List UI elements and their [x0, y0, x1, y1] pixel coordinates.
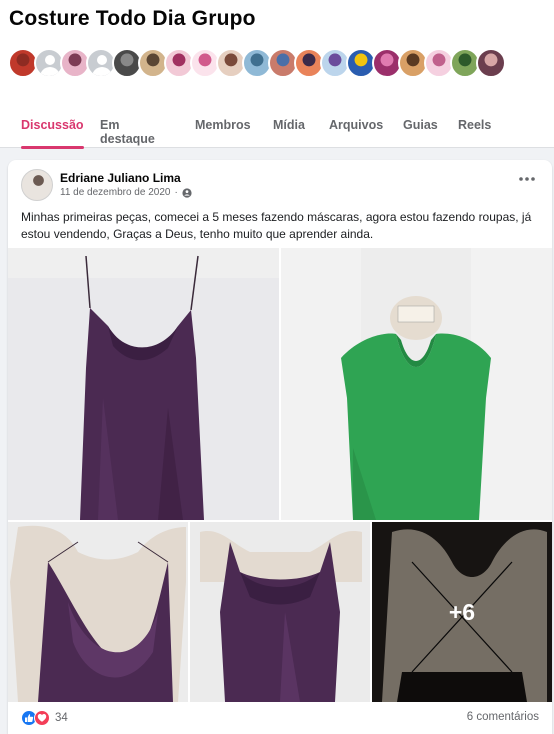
author-avatar[interactable]: [21, 169, 53, 201]
more-options-icon[interactable]: [518, 174, 536, 184]
member-avatars[interactable]: [8, 48, 506, 78]
tab-0[interactable]: Discussão: [21, 105, 84, 149]
love-reaction-icon: [34, 710, 50, 726]
post-meta: 11 de dezembro de 2020 ·: [60, 187, 192, 198]
tab-3[interactable]: Mídia: [273, 105, 305, 148]
tab-1[interactable]: Em destaque: [100, 105, 155, 148]
tab-6[interactable]: Reels: [458, 105, 491, 148]
meta-separator: ·: [174, 187, 178, 198]
comments-link[interactable]: 6 comentários: [467, 711, 539, 723]
more-photos-overlay[interactable]: +6: [372, 522, 552, 702]
group-privacy-icon: [182, 187, 192, 198]
reaction-count: 34: [55, 712, 68, 724]
tab-4[interactable]: Arquivos: [329, 105, 383, 148]
member-avatar-woman3[interactable]: [476, 48, 506, 78]
group-title[interactable]: Costure Todo Dia Grupo: [9, 7, 256, 31]
photo-green-top[interactable]: [281, 248, 552, 520]
tab-5[interactable]: Guias: [403, 105, 438, 148]
reactions-summary[interactable]: 34: [21, 709, 68, 727]
author-name[interactable]: Edriane Juliano Lima: [60, 171, 181, 185]
photo-purple-dress-detail[interactable]: [190, 522, 370, 702]
group-header: Costure Todo Dia Grupo Discussão Em desta…: [0, 0, 554, 149]
tab-2[interactable]: Membros: [195, 105, 251, 148]
post-date[interactable]: 11 de dezembro de 2020: [60, 187, 170, 198]
photo-purple-dress-back[interactable]: [8, 522, 188, 702]
photo-purple-dress-front[interactable]: [8, 248, 279, 520]
post-card: Edriane Juliano Lima 11 de dezembro de 2…: [8, 160, 552, 734]
post-text: Minhas primeiras peças, comecei a 5 mese…: [21, 210, 532, 241]
photo-black-dress-back[interactable]: +6: [372, 522, 552, 702]
